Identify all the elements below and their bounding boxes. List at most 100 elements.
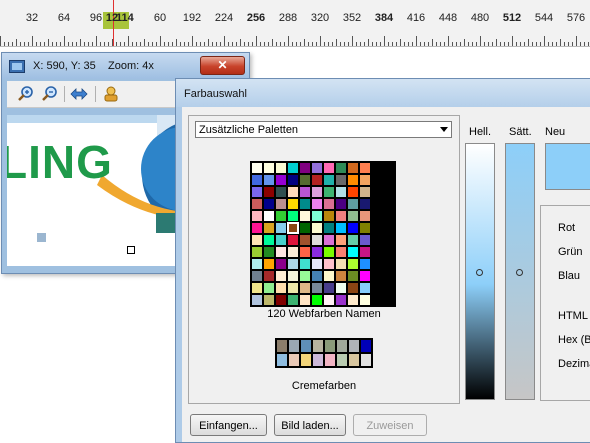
palette-color-cell[interactable]	[323, 258, 335, 270]
palette-color-cell[interactable]	[275, 198, 287, 210]
palette-color-cell[interactable]	[335, 270, 347, 282]
palette-color-cell[interactable]	[312, 339, 324, 353]
zoom-in-icon[interactable]	[17, 85, 35, 103]
palette-color-cell[interactable]	[263, 270, 275, 282]
cream-colors-palette[interactable]	[275, 338, 373, 368]
palette-color-cell[interactable]	[276, 353, 288, 367]
palette-color-cell[interactable]	[276, 339, 288, 353]
palette-color-cell[interactable]	[335, 234, 347, 246]
palette-color-cell[interactable]	[359, 162, 371, 174]
palette-color-cell[interactable]	[300, 339, 312, 353]
palette-color-cell[interactable]	[299, 210, 311, 222]
palette-color-cell[interactable]	[287, 174, 299, 186]
palette-color-cell[interactable]	[300, 353, 312, 367]
palette-color-cell[interactable]	[359, 234, 371, 246]
palette-color-cell[interactable]	[299, 258, 311, 270]
palette-color-cell[interactable]	[335, 210, 347, 222]
palette-color-cell[interactable]	[347, 162, 359, 174]
palette-color-cell[interactable]	[287, 210, 299, 222]
palette-color-cell[interactable]	[311, 198, 323, 210]
palette-color-cell[interactable]	[263, 294, 275, 306]
palette-color-cell[interactable]	[347, 198, 359, 210]
palette-color-cell[interactable]	[348, 353, 360, 367]
palette-color-cell[interactable]	[347, 174, 359, 186]
palette-color-cell[interactable]	[335, 294, 347, 306]
palette-color-cell[interactable]	[323, 282, 335, 294]
palette-color-cell[interactable]	[335, 162, 347, 174]
palette-color-cell[interactable]	[288, 353, 300, 367]
palette-color-cell[interactable]	[335, 186, 347, 198]
palette-color-cell[interactable]	[288, 339, 300, 353]
palette-color-cell[interactable]	[359, 270, 371, 282]
capture-button[interactable]: Einfangen...	[190, 414, 267, 436]
palette-color-cell[interactable]	[347, 282, 359, 294]
palette-color-cell[interactable]	[347, 246, 359, 258]
palette-color-cell[interactable]	[251, 222, 263, 234]
palette-color-cell[interactable]	[287, 258, 299, 270]
slider-knob[interactable]	[516, 269, 523, 276]
pixel-ruler[interactable]: 32 64 96 12 60 192 224 256 288 320 352 384 416 448 480…	[0, 0, 590, 47]
palette-color-cell[interactable]	[335, 282, 347, 294]
color-picker-titlebar[interactable]: Farbauswahl	[176, 79, 590, 107]
palette-color-cell[interactable]	[299, 246, 311, 258]
palette-color-cell[interactable]	[336, 353, 348, 367]
palette-color-cell[interactable]	[263, 162, 275, 174]
palette-color-cell[interactable]	[323, 294, 335, 306]
palette-color-cell[interactable]	[251, 294, 263, 306]
color-picker-dialog[interactable]: Farbauswahl Zusätzliche Paletten 120 Web…	[175, 78, 590, 443]
palette-color-cell[interactable]	[275, 234, 287, 246]
palette-color-cell[interactable]	[311, 234, 323, 246]
palette-color-cell[interactable]	[299, 282, 311, 294]
palette-color-cell[interactable]	[311, 258, 323, 270]
palette-color-cell[interactable]	[251, 186, 263, 198]
palette-color-cell[interactable]	[251, 174, 263, 186]
palette-color-cell[interactable]	[359, 198, 371, 210]
palette-color-cell[interactable]	[323, 234, 335, 246]
palette-color-cell[interactable]	[348, 339, 360, 353]
zoom-out-icon[interactable]	[41, 85, 59, 103]
palette-color-cell[interactable]	[323, 270, 335, 282]
palette-color-cell[interactable]	[275, 186, 287, 198]
palette-color-cell[interactable]	[360, 339, 372, 353]
assign-button[interactable]: Zuweisen	[353, 414, 427, 436]
palette-color-cell[interactable]	[347, 294, 359, 306]
palette-color-cell[interactable]	[324, 339, 336, 353]
palette-color-cell[interactable]	[312, 353, 324, 367]
palette-color-cell[interactable]	[323, 198, 335, 210]
palette-color-cell[interactable]	[311, 270, 323, 282]
palette-color-cell[interactable]	[287, 162, 299, 174]
palette-color-cell[interactable]	[323, 210, 335, 222]
palette-color-cell[interactable]	[335, 174, 347, 186]
palette-color-cell[interactable]	[311, 210, 323, 222]
palette-color-cell[interactable]	[323, 162, 335, 174]
palette-color-cell[interactable]	[299, 174, 311, 186]
close-button[interactable]: ✕	[200, 56, 245, 75]
palette-color-cell[interactable]	[263, 282, 275, 294]
palette-color-cell[interactable]	[359, 210, 371, 222]
palette-color-cell[interactable]	[275, 222, 287, 234]
palette-color-cell[interactable]	[263, 234, 275, 246]
palette-color-cell[interactable]	[359, 282, 371, 294]
palette-color-cell[interactable]	[275, 258, 287, 270]
palette-color-cell[interactable]	[323, 246, 335, 258]
palette-color-cell[interactable]	[287, 270, 299, 282]
palette-color-cell[interactable]	[311, 162, 323, 174]
palette-color-cell[interactable]	[359, 186, 371, 198]
palette-color-cell[interactable]	[323, 186, 335, 198]
palette-color-cell[interactable]	[275, 294, 287, 306]
palette-color-cell[interactable]	[287, 234, 299, 246]
palette-color-cell[interactable]	[311, 282, 323, 294]
palette-color-cell[interactable]	[275, 162, 287, 174]
palette-color-cell[interactable]	[287, 186, 299, 198]
palette-color-cell[interactable]	[347, 210, 359, 222]
pan-arrows-icon[interactable]	[70, 85, 88, 103]
palette-color-cell[interactable]	[311, 186, 323, 198]
palette-color-cell[interactable]	[251, 210, 263, 222]
palette-color-cell[interactable]	[359, 294, 371, 306]
palette-color-cell[interactable]	[263, 258, 275, 270]
palette-color-cell[interactable]	[359, 174, 371, 186]
palette-color-cell[interactable]	[251, 246, 263, 258]
palette-color-cell[interactable]	[311, 174, 323, 186]
palette-color-cell[interactable]	[251, 258, 263, 270]
palette-color-cell[interactable]	[286, 221, 300, 235]
